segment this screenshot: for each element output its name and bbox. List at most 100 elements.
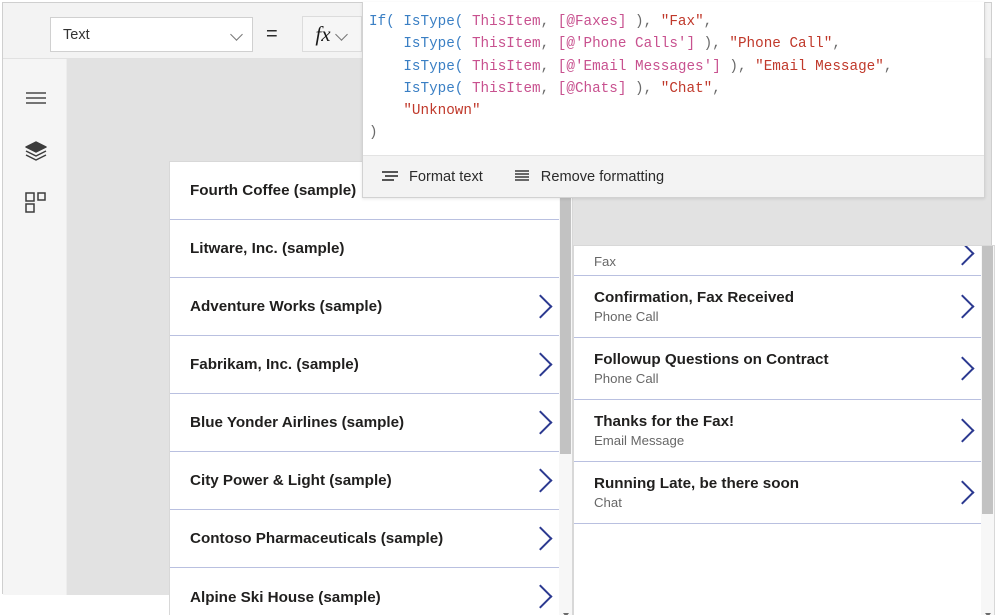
account-row[interactable]: Litware, Inc. (sample)	[170, 220, 572, 278]
formula-token: "Chat"	[660, 80, 713, 97]
chevron-right-icon[interactable]	[526, 522, 556, 556]
formula-token	[369, 59, 403, 75]
account-row[interactable]: Alpine Ski House (sample)	[170, 568, 572, 615]
activity-type: Email Message	[594, 432, 685, 448]
activity-row-texts: Thanks for the Fax! Email Message	[594, 412, 948, 450]
format-text-button[interactable]: Format text	[381, 169, 483, 185]
formula-token: "Phone Call"	[729, 36, 833, 53]
account-name: Alpine Ski House (sample)	[190, 588, 381, 606]
formula-line: IsType( ThisItem, [@'Email Messages'] ),…	[369, 56, 984, 78]
activities-gallery-empty-space	[574, 524, 994, 606]
formula-token: ,	[540, 14, 558, 30]
account-row-texts: Blue Yonder Airlines (sample)	[190, 413, 526, 432]
formula-token: "Unknown"	[403, 103, 481, 120]
formula-token	[369, 103, 403, 119]
formula-token: "Fax"	[660, 14, 704, 30]
chevron-right-icon[interactable]	[526, 580, 556, 614]
activity-type: Chat	[594, 494, 622, 510]
formula-token: IsType(	[403, 58, 472, 75]
activity-subject: Confirmation, Fax Received	[594, 288, 795, 306]
activity-type: Phone Call	[594, 370, 659, 386]
formula-token: IsType(	[403, 14, 472, 30]
formula-token: If(	[369, 14, 404, 30]
activity-subject: Running Late, be there soon	[594, 474, 800, 492]
activity-row-texts: Confirmation, Fax Received Phone Call	[594, 288, 948, 326]
activity-row[interactable]: Thanks for the Fax! Email Message	[574, 400, 994, 462]
chevron-right-icon[interactable]	[948, 414, 978, 448]
account-name: Fabrikam, Inc. (sample)	[190, 356, 359, 373]
format-text-icon	[381, 169, 399, 184]
scrollbar-thumb[interactable]	[560, 162, 571, 454]
formula-token: ,	[883, 58, 893, 75]
activity-row[interactable]: Fax	[574, 246, 994, 276]
activity-row[interactable]: Confirmation, Fax Received Phone Call	[574, 276, 994, 338]
formula-token: [@'Email Messages']	[557, 58, 721, 75]
accounts-gallery-scrollbar[interactable]	[559, 162, 572, 615]
formula-line: IsType( ThisItem, [@'Phone Calls'] ), "P…	[369, 33, 984, 55]
formula-token: IsType(	[403, 80, 472, 97]
account-row-texts: Fabrikam, Inc. (sample)	[190, 355, 526, 374]
account-row-texts: Alpine Ski House (sample)	[190, 588, 526, 607]
account-row-texts: Contoso Pharmaceuticals (sample)	[190, 529, 526, 548]
formula-token: ThisItem	[471, 14, 541, 30]
accounts-gallery[interactable]: Fourth Coffee (sample) Litware, Inc. (sam…	[169, 161, 573, 615]
activities-gallery-rows: Fax Confirmation, Fax Received Phone Call F…	[574, 246, 994, 606]
remove-formatting-icon	[513, 169, 531, 184]
components-icon[interactable]	[23, 189, 49, 215]
formula-token: ,	[703, 14, 713, 30]
account-row[interactable]: Fabrikam, Inc. (sample)	[170, 336, 572, 394]
activity-type: Fax	[594, 254, 616, 270]
formula-editor-panel[interactable]: If( IsType( ThisItem, [@Faxes] ), "Fax",…	[362, 2, 985, 198]
remove-formatting-button[interactable]: Remove formatting	[513, 169, 664, 185]
scrollbar-thumb[interactable]	[982, 246, 993, 514]
formula-token: IsType(	[403, 36, 472, 53]
chevron-down-icon	[336, 28, 349, 41]
format-text-label: Format text	[409, 168, 483, 185]
activity-subject: Followup Questions on Contract	[594, 350, 829, 368]
chevron-right-icon[interactable]	[948, 352, 978, 386]
formula-token: ,	[540, 36, 558, 53]
chevron-right-icon[interactable]	[948, 290, 978, 324]
formula-line: )	[369, 122, 984, 144]
account-name: Litware, Inc. (sample)	[190, 240, 345, 257]
formula-token: ,	[540, 80, 558, 97]
property-dropdown-label: Text	[63, 26, 90, 43]
tree-view-icon[interactable]	[23, 138, 49, 164]
account-name: City Power & Light (sample)	[190, 472, 392, 489]
chevron-right-icon[interactable]	[526, 290, 556, 324]
account-row[interactable]: Contoso Pharmaceuticals (sample)	[170, 510, 572, 568]
left-icon-rail	[3, 59, 67, 595]
chevron-right-icon[interactable]	[526, 406, 556, 440]
formula-token: ),	[720, 58, 756, 75]
hamburger-menu-icon[interactable]	[23, 85, 49, 111]
fx-icon: fx	[315, 21, 331, 46]
activity-row[interactable]: Running Late, be there soon Chat	[574, 462, 994, 524]
accounts-gallery-rows: Fourth Coffee (sample) Litware, Inc. (sam…	[170, 162, 572, 615]
formula-code-area[interactable]: If( IsType( ThisItem, [@Faxes] ), "Fax",…	[363, 2, 984, 155]
formula-token: ),	[626, 80, 661, 97]
app-window: Text = fx Fourth Coffee (sample) Litware…	[0, 0, 996, 615]
activity-row-texts: Fax	[594, 252, 948, 271]
property-dropdown[interactable]: Text	[50, 17, 253, 52]
account-row-texts: Litware, Inc. (sample)	[190, 239, 526, 258]
formula-token: "Email Message"	[755, 58, 884, 75]
activities-gallery-scrollbar[interactable]	[981, 246, 994, 615]
activity-row-texts: Followup Questions on Contract Phone Call	[594, 350, 948, 388]
fx-button[interactable]: fx	[302, 16, 362, 52]
equals-sign: =	[266, 23, 278, 45]
activities-gallery[interactable]: Fax Confirmation, Fax Received Phone Call F…	[573, 245, 995, 615]
chevron-right-icon[interactable]	[948, 476, 978, 510]
activity-subject: Thanks for the Fax!	[594, 412, 735, 430]
formula-token: ),	[626, 14, 661, 30]
account-name: Adventure Works (sample)	[190, 298, 383, 315]
formula-token: ,	[832, 36, 841, 53]
chevron-right-icon[interactable]	[526, 464, 556, 498]
chevron-right-icon[interactable]	[526, 348, 556, 382]
activity-row[interactable]: Followup Questions on Contract Phone Call	[574, 338, 994, 400]
account-row[interactable]: Adventure Works (sample)	[170, 278, 572, 336]
formula-token	[369, 81, 403, 97]
formula-token: )	[369, 125, 378, 142]
account-row[interactable]: City Power & Light (sample)	[170, 452, 572, 510]
account-row[interactable]: Blue Yonder Airlines (sample)	[170, 394, 572, 452]
chevron-right-icon[interactable]	[948, 246, 978, 271]
